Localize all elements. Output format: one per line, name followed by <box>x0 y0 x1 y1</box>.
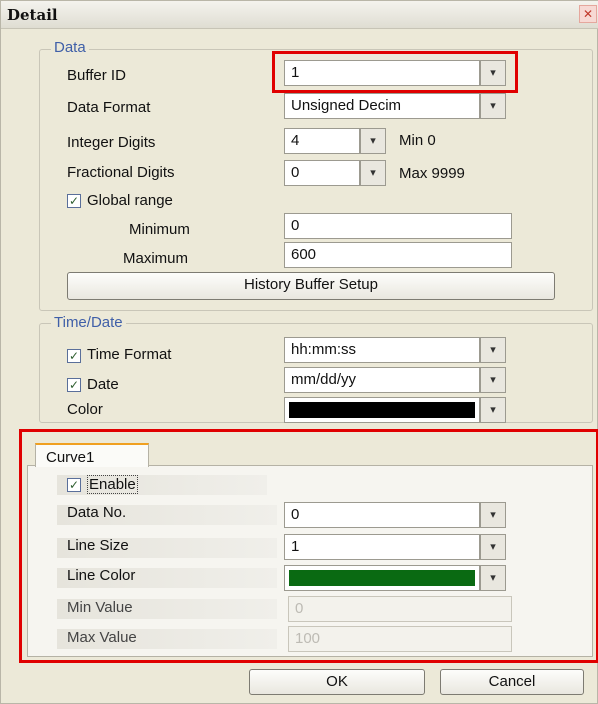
chevron-down-icon[interactable]: ▾ <box>480 337 506 363</box>
minimum-label: Minimum <box>129 221 190 238</box>
line-color-picker[interactable] <box>284 565 480 591</box>
color-swatch <box>289 402 475 418</box>
color-label: Color <box>67 401 103 418</box>
maximum-label: Maximum <box>123 250 189 267</box>
maximum-input[interactable]: 600 <box>284 242 512 268</box>
minimum-input[interactable]: 0 <box>284 213 512 239</box>
chevron-down-icon[interactable]: ▾ <box>480 534 506 560</box>
line-color-label: Line Color <box>67 567 136 584</box>
min-value-input: 0 <box>288 596 512 622</box>
time-format-checkbox[interactable]: ✓ <box>67 349 81 363</box>
time-format-select[interactable]: hh:mm:ss <box>284 337 480 363</box>
detail-dialog: Detail ✕ Data Buffer ID 1 ▾ Data Format … <box>0 0 598 704</box>
chevron-down-icon[interactable]: ▾ <box>480 93 506 119</box>
buffer-id-select[interactable]: 1 <box>284 60 480 86</box>
integer-digits-select[interactable]: 4 <box>284 128 360 154</box>
max-value-input: 100 <box>288 626 512 652</box>
color-picker[interactable] <box>284 397 480 423</box>
enable-label: Enable <box>87 475 138 494</box>
time-format-label: Time Format <box>87 346 172 363</box>
min-value-label: Min Value <box>67 599 133 616</box>
global-range-checkbox[interactable]: ✓ <box>67 194 81 208</box>
time-date-legend: Time/Date <box>51 314 126 331</box>
data-format-select[interactable]: Unsigned Decim <box>284 93 480 119</box>
date-checkbox[interactable]: ✓ <box>67 378 81 392</box>
window-title: Detail <box>7 6 58 24</box>
history-buffer-setup-button[interactable]: History Buffer Setup <box>67 272 555 300</box>
buffer-id-label: Buffer ID <box>67 67 126 84</box>
integer-digits-label: Integer Digits <box>67 134 156 151</box>
data-format-label: Data Format <box>67 99 151 116</box>
chevron-down-icon[interactable]: ▾ <box>480 60 506 86</box>
line-size-label: Line Size <box>67 537 129 554</box>
chevron-down-icon[interactable]: ▾ <box>480 367 506 393</box>
global-range-label: Global range <box>87 192 173 209</box>
fractional-digits-select[interactable]: 0 <box>284 160 360 186</box>
enable-checkbox[interactable]: ✓ <box>67 478 81 492</box>
tab-curve1[interactable]: Curve1 <box>35 443 149 467</box>
data-no-label: Data No. <box>67 504 127 521</box>
fractional-digits-hint: Max 9999 <box>399 165 465 182</box>
line-color-swatch <box>289 570 475 586</box>
chevron-down-icon[interactable]: ▾ <box>480 565 506 591</box>
fractional-digits-label: Fractional Digits <box>67 164 175 181</box>
max-value-label: Max Value <box>67 629 137 646</box>
integer-digits-hint: Min 0 <box>399 132 436 149</box>
date-label: Date <box>87 376 119 393</box>
chevron-down-icon[interactable]: ▾ <box>360 128 386 154</box>
chevron-down-icon[interactable]: ▾ <box>480 397 506 423</box>
date-select[interactable]: mm/dd/yy <box>284 367 480 393</box>
data-no-select[interactable]: 0 <box>284 502 480 528</box>
ok-button[interactable]: OK <box>249 669 425 695</box>
line-size-select[interactable]: 1 <box>284 534 480 560</box>
cancel-button[interactable]: Cancel <box>440 669 584 695</box>
title-bar: Detail ✕ <box>1 1 598 29</box>
chevron-down-icon[interactable]: ▾ <box>360 160 386 186</box>
close-icon[interactable]: ✕ <box>579 5 597 23</box>
chevron-down-icon[interactable]: ▾ <box>480 502 506 528</box>
data-group-legend: Data <box>51 39 89 56</box>
